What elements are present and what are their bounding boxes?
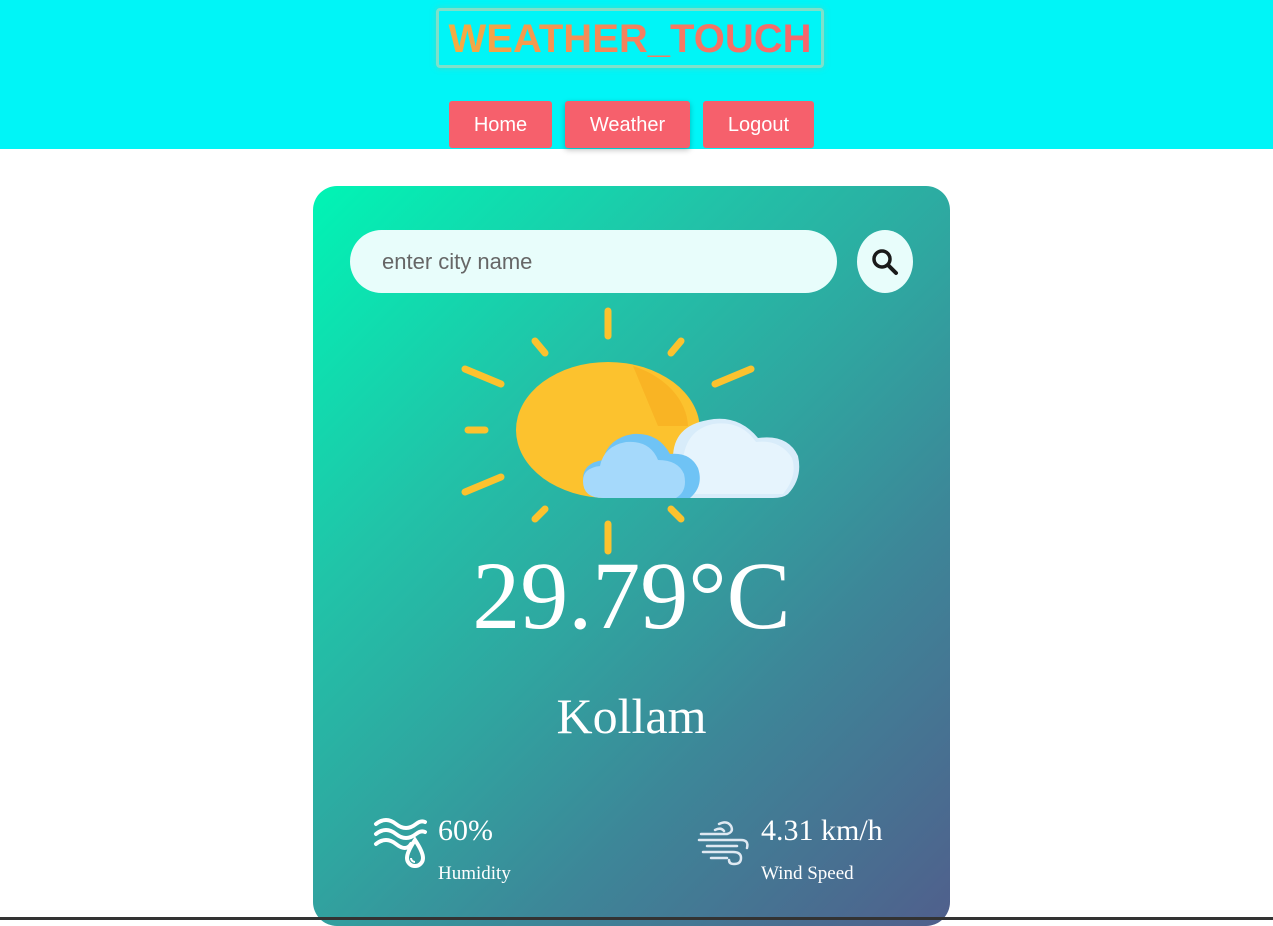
search-button[interactable] [857, 230, 913, 293]
humidity-value: 60% [438, 814, 493, 847]
city-name: Kollam [556, 688, 707, 744]
city-search-input[interactable] [350, 230, 837, 293]
weather-card: 29.79°C Kollam 60% Humidity 4.31 km/h Wi… [313, 186, 950, 926]
wind-speed-value: 4.31 km/h [761, 814, 883, 847]
logo-text: WEATHER_TOUCH [439, 11, 821, 67]
search-icon [872, 249, 898, 275]
wind-speed-label: Wind Speed [761, 863, 854, 884]
nav-weather-button[interactable]: Weather [565, 101, 690, 148]
temperature-value: 29.79°C [472, 542, 791, 649]
header-bar: WEATHER_TOUCH Home Weather Logout [0, 0, 1273, 149]
partly-cloudy-icon [461, 307, 800, 555]
nav-home-button[interactable]: Home [449, 101, 552, 148]
humidity-icon [374, 818, 427, 868]
humidity-label: Humidity [438, 863, 511, 884]
wind-icon [697, 821, 749, 866]
logo: WEATHER_TOUCH [436, 8, 824, 68]
nav-logout-button[interactable]: Logout [703, 101, 814, 148]
